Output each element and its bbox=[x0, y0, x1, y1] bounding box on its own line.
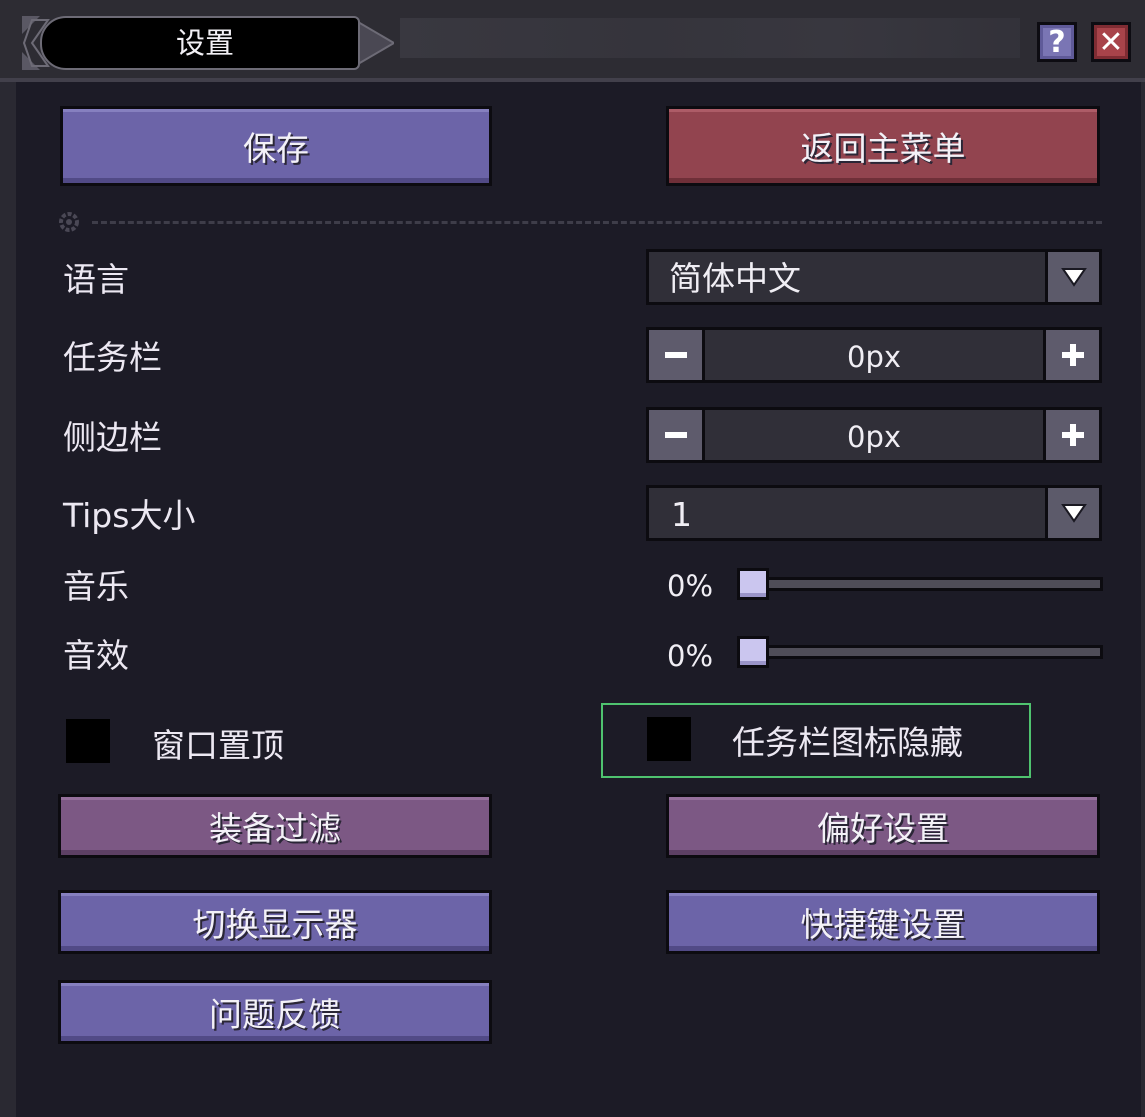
hotkeys-button[interactable]: 快捷键设置 bbox=[666, 890, 1100, 954]
sidebar-decrease-button[interactable] bbox=[649, 410, 705, 460]
always-on-top-checkbox[interactable] bbox=[66, 719, 110, 763]
music-slider-thumb[interactable] bbox=[737, 568, 769, 600]
sfx-slider-thumb[interactable] bbox=[737, 636, 769, 668]
music-label: 音乐 bbox=[63, 567, 129, 606]
sidebar-value: 0px bbox=[705, 410, 1043, 460]
equipment-filter-button[interactable]: 装备过滤 bbox=[58, 794, 492, 858]
sidebar-unit: px bbox=[865, 420, 902, 454]
triangle-down-icon bbox=[1060, 504, 1087, 523]
help-button[interactable]: ? bbox=[1037, 22, 1077, 62]
tips-size-label: Tips大小 bbox=[63, 496, 196, 535]
section-divider bbox=[92, 221, 1102, 224]
close-icon: ✕ bbox=[1098, 24, 1124, 60]
dropdown-arrow-button[interactable] bbox=[1045, 252, 1099, 302]
language-label: 语言 bbox=[63, 260, 129, 299]
sfx-label: 音效 bbox=[63, 636, 129, 675]
sfx-slider-track[interactable] bbox=[737, 645, 1103, 659]
plus-icon bbox=[1061, 424, 1084, 446]
sfx-slider[interactable] bbox=[737, 636, 1103, 668]
music-percent: 0% bbox=[667, 569, 714, 603]
minus-icon bbox=[664, 352, 687, 358]
close-button[interactable]: ✕ bbox=[1091, 22, 1131, 62]
preferences-button[interactable]: 偏好设置 bbox=[666, 794, 1100, 858]
title-bar-texture bbox=[400, 18, 1020, 58]
minus-icon bbox=[664, 432, 687, 438]
sidebar-increase-button[interactable] bbox=[1043, 410, 1099, 460]
feedback-button[interactable]: 问题反馈 bbox=[58, 980, 492, 1044]
sidebar-label: 侧边栏 bbox=[63, 418, 162, 457]
sidebar-stepper[interactable]: 0px bbox=[646, 407, 1102, 463]
plus-icon bbox=[1061, 344, 1084, 366]
taskbar-stepper[interactable]: 0px bbox=[646, 327, 1102, 383]
taskbar-increase-button[interactable] bbox=[1043, 330, 1099, 380]
always-on-top-label[interactable]: 窗口置顶 bbox=[152, 724, 284, 768]
language-value: 简体中文 bbox=[669, 259, 801, 298]
switch-display-button[interactable]: 切换显示器 bbox=[58, 890, 492, 954]
help-icon: ? bbox=[1048, 24, 1066, 60]
title-bar[interactable]: 设置 ? ✕ bbox=[0, 0, 1145, 82]
taskbar-unit: px bbox=[865, 340, 902, 374]
save-button[interactable]: 保存 bbox=[60, 106, 492, 186]
hide-taskbar-icon-checkbox[interactable] bbox=[647, 717, 691, 761]
tips-size-value: 1 bbox=[671, 495, 692, 534]
window-title: 设置 bbox=[175, 26, 234, 60]
main-menu-button[interactable]: 返回主菜单 bbox=[666, 106, 1100, 186]
taskbar-decrease-button[interactable] bbox=[649, 330, 705, 380]
taskbar-value: 0px bbox=[705, 330, 1043, 380]
language-dropdown[interactable]: 简体中文 bbox=[646, 249, 1102, 305]
music-slider-track[interactable] bbox=[737, 577, 1103, 591]
music-slider[interactable] bbox=[737, 568, 1103, 600]
gear-icon bbox=[59, 212, 79, 232]
tips-size-dropdown[interactable]: 1 bbox=[646, 485, 1102, 541]
sfx-percent: 0% bbox=[667, 639, 714, 673]
taskbar-number: 0 bbox=[846, 340, 866, 374]
hide-taskbar-icon-label[interactable]: 任务栏图标隐藏 bbox=[732, 721, 963, 765]
dropdown-arrow-button[interactable] bbox=[1045, 488, 1099, 538]
triangle-down-icon bbox=[1060, 268, 1087, 287]
sidebar-number: 0 bbox=[846, 420, 866, 454]
taskbar-label: 任务栏 bbox=[63, 338, 162, 377]
